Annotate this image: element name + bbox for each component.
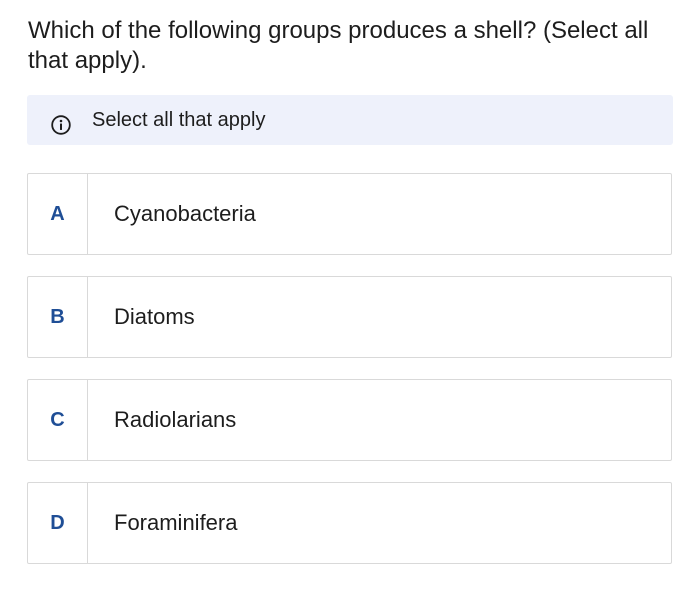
option-letter: C (28, 380, 88, 460)
option-b[interactable]: B Diatoms (27, 276, 672, 358)
select-all-hint: Select all that apply (27, 95, 673, 145)
info-icon (51, 115, 71, 135)
question-text: Which of the following groups produces a… (28, 17, 649, 74)
option-label: Cyanobacteria (114, 201, 256, 226)
option-a[interactable]: A Cyanobacteria (27, 173, 672, 255)
option-label: Radiolarians (114, 407, 237, 432)
option-c[interactable]: C Radiolarians (27, 379, 672, 461)
hint-text: Select all that apply (92, 109, 266, 131)
option-letter: B (28, 277, 88, 357)
option-letter: D (28, 483, 88, 563)
option-letter: A (28, 174, 88, 254)
option-label: Diatoms (114, 304, 195, 329)
option-d[interactable]: D Foraminifera (27, 482, 672, 564)
option-label: Foraminifera (114, 510, 238, 535)
